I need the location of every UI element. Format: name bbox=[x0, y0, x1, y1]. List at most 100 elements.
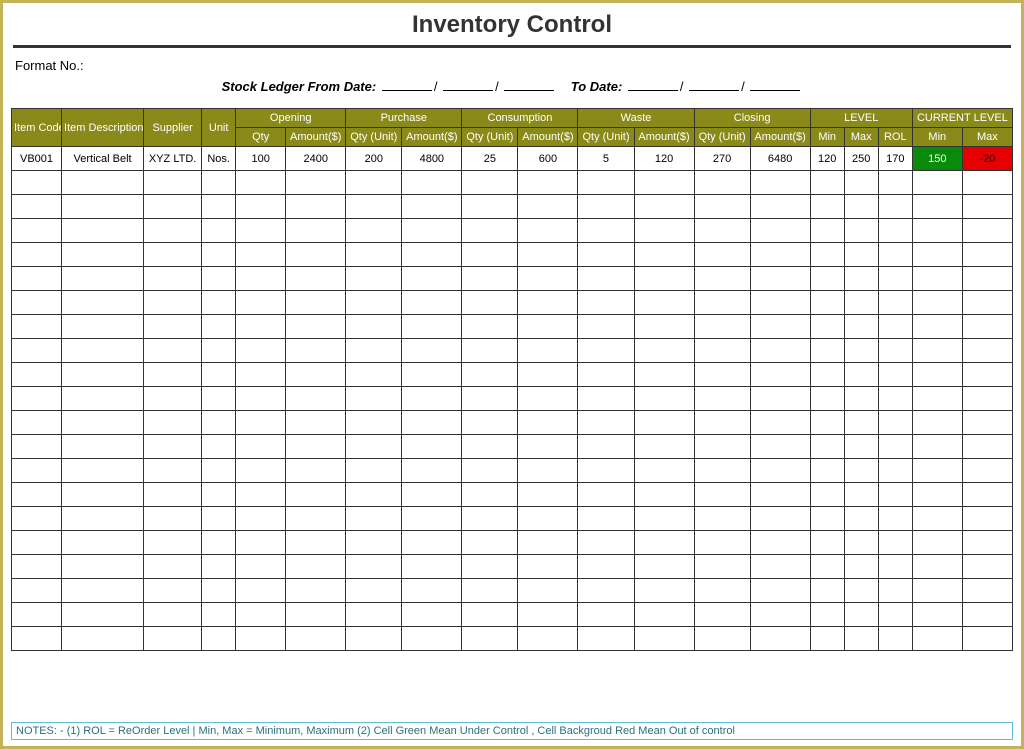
cell-empty[interactable] bbox=[878, 483, 912, 507]
cell-empty[interactable] bbox=[810, 603, 844, 627]
cell-empty[interactable] bbox=[962, 531, 1012, 555]
cell-empty[interactable] bbox=[962, 603, 1012, 627]
cell-empty[interactable] bbox=[694, 339, 750, 363]
cell-empty[interactable] bbox=[578, 267, 634, 291]
cell-empty[interactable] bbox=[962, 555, 1012, 579]
cell-empty[interactable] bbox=[518, 243, 578, 267]
cell-empty[interactable] bbox=[346, 579, 402, 603]
cell-empty[interactable] bbox=[912, 315, 962, 339]
cell-empty[interactable] bbox=[402, 267, 462, 291]
cell-empty[interactable] bbox=[202, 507, 236, 531]
cell-empty[interactable] bbox=[634, 555, 694, 579]
cell-empty[interactable] bbox=[202, 339, 236, 363]
cell-empty[interactable] bbox=[286, 291, 346, 315]
cell-opening_amt[interactable]: 2400 bbox=[286, 147, 346, 171]
cell-empty[interactable] bbox=[12, 435, 62, 459]
cell-empty[interactable] bbox=[144, 435, 202, 459]
cell-empty[interactable] bbox=[202, 459, 236, 483]
cell-empty[interactable] bbox=[810, 363, 844, 387]
cell-empty[interactable] bbox=[402, 195, 462, 219]
cell-empty[interactable] bbox=[844, 243, 878, 267]
cell-empty[interactable] bbox=[144, 291, 202, 315]
cell-item_code[interactable]: VB001 bbox=[12, 147, 62, 171]
cell-empty[interactable] bbox=[844, 459, 878, 483]
cell-empty[interactable] bbox=[518, 411, 578, 435]
cell-empty[interactable] bbox=[202, 531, 236, 555]
cell-empty[interactable] bbox=[286, 435, 346, 459]
cell-empty[interactable] bbox=[62, 603, 144, 627]
cell-empty[interactable] bbox=[962, 627, 1012, 651]
cell-empty[interactable] bbox=[750, 411, 810, 435]
cell-empty[interactable] bbox=[694, 291, 750, 315]
cell-empty[interactable] bbox=[462, 387, 518, 411]
cell-empty[interactable] bbox=[346, 603, 402, 627]
cell-empty[interactable] bbox=[844, 291, 878, 315]
cell-empty[interactable] bbox=[346, 387, 402, 411]
cell-empty[interactable] bbox=[144, 531, 202, 555]
cell-empty[interactable] bbox=[750, 459, 810, 483]
cell-level_max[interactable]: 250 bbox=[844, 147, 878, 171]
cell-empty[interactable] bbox=[844, 219, 878, 243]
cell-empty[interactable] bbox=[750, 387, 810, 411]
cell-empty[interactable] bbox=[878, 171, 912, 195]
cell-empty[interactable] bbox=[634, 195, 694, 219]
cell-empty[interactable] bbox=[962, 387, 1012, 411]
cell-empty[interactable] bbox=[962, 507, 1012, 531]
cell-empty[interactable] bbox=[518, 267, 578, 291]
cell-empty[interactable] bbox=[12, 339, 62, 363]
cell-empty[interactable] bbox=[62, 291, 144, 315]
cell-empty[interactable] bbox=[144, 243, 202, 267]
cell-empty[interactable] bbox=[518, 507, 578, 531]
cell-empty[interactable] bbox=[144, 411, 202, 435]
cell-empty[interactable] bbox=[62, 243, 144, 267]
cell-empty[interactable] bbox=[62, 363, 144, 387]
cell-empty[interactable] bbox=[202, 291, 236, 315]
to-date-year[interactable] bbox=[750, 79, 800, 91]
cell-empty[interactable] bbox=[518, 579, 578, 603]
cell-empty[interactable] bbox=[462, 171, 518, 195]
cell-empty[interactable] bbox=[810, 219, 844, 243]
cell-empty[interactable] bbox=[402, 483, 462, 507]
cell-empty[interactable] bbox=[912, 483, 962, 507]
cell-empty[interactable] bbox=[694, 555, 750, 579]
cell-empty[interactable] bbox=[462, 459, 518, 483]
cell-unit[interactable]: Nos. bbox=[202, 147, 236, 171]
cell-empty[interactable] bbox=[844, 387, 878, 411]
cell-empty[interactable] bbox=[12, 627, 62, 651]
cell-empty[interactable] bbox=[346, 339, 402, 363]
cell-empty[interactable] bbox=[144, 363, 202, 387]
cell-empty[interactable] bbox=[878, 267, 912, 291]
cell-empty[interactable] bbox=[962, 195, 1012, 219]
cell-empty[interactable] bbox=[518, 387, 578, 411]
cell-purchase_amt[interactable]: 4800 bbox=[402, 147, 462, 171]
cell-empty[interactable] bbox=[62, 531, 144, 555]
cell-empty[interactable] bbox=[878, 291, 912, 315]
cell-empty[interactable] bbox=[694, 219, 750, 243]
cell-empty[interactable] bbox=[578, 195, 634, 219]
cell-empty[interactable] bbox=[144, 459, 202, 483]
cell-empty[interactable] bbox=[286, 531, 346, 555]
cell-empty[interactable] bbox=[202, 387, 236, 411]
cell-empty[interactable] bbox=[810, 195, 844, 219]
cell-current_max[interactable]: -20 bbox=[962, 147, 1012, 171]
cell-empty[interactable] bbox=[878, 531, 912, 555]
cell-empty[interactable] bbox=[844, 531, 878, 555]
cell-empty[interactable] bbox=[286, 459, 346, 483]
cell-waste_qty[interactable]: 5 bbox=[578, 147, 634, 171]
cell-empty[interactable] bbox=[962, 363, 1012, 387]
cell-empty[interactable] bbox=[912, 171, 962, 195]
cell-empty[interactable] bbox=[236, 531, 286, 555]
cell-empty[interactable] bbox=[346, 507, 402, 531]
cell-empty[interactable] bbox=[844, 339, 878, 363]
cell-empty[interactable] bbox=[878, 195, 912, 219]
cell-empty[interactable] bbox=[62, 339, 144, 363]
cell-empty[interactable] bbox=[236, 219, 286, 243]
cell-empty[interactable] bbox=[202, 267, 236, 291]
cell-empty[interactable] bbox=[462, 315, 518, 339]
cell-empty[interactable] bbox=[236, 363, 286, 387]
cell-empty[interactable] bbox=[144, 171, 202, 195]
cell-empty[interactable] bbox=[844, 579, 878, 603]
cell-empty[interactable] bbox=[810, 579, 844, 603]
cell-empty[interactable] bbox=[346, 243, 402, 267]
cell-empty[interactable] bbox=[810, 267, 844, 291]
